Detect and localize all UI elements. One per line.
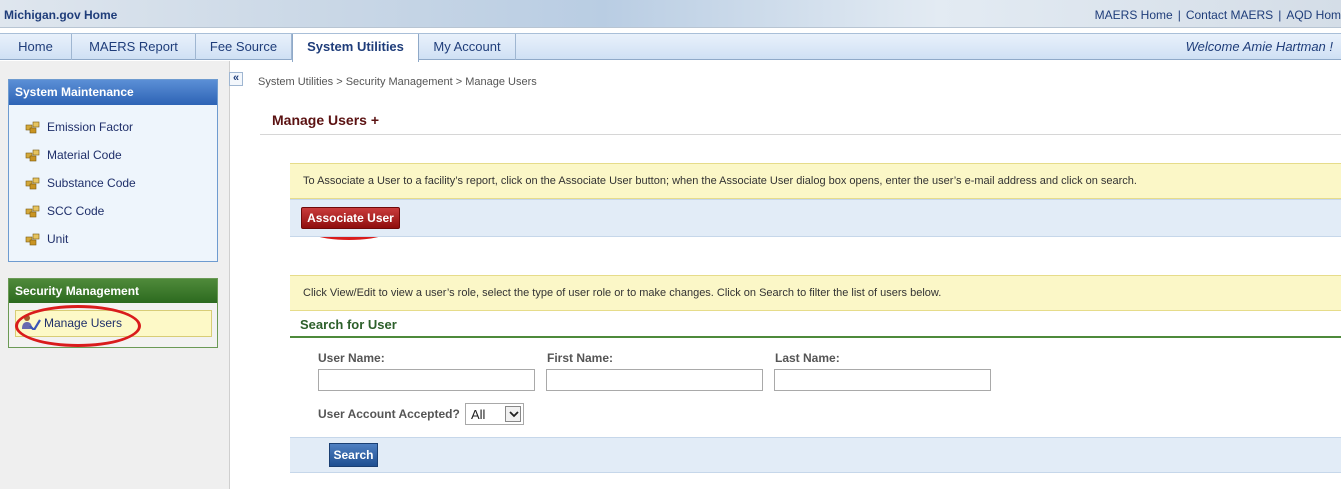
user-name-label: User Name: [318,351,385,365]
main-nav: Home MAERS Report Fee Source System Util… [0,33,1341,62]
user-account-accepted-label: User Account Accepted? [318,407,460,421]
sidebar-item-label: SCC Code [47,204,105,218]
top-links: MAERS Home | Contact MAERS | AQD Hom [1095,8,1341,22]
page-title[interactable]: Manage Users + [272,112,379,128]
sidebar-item-label: Substance Code [47,176,136,190]
sidebar-item-label: Emission Factor [47,120,134,134]
search-button[interactable]: Search [329,443,378,467]
breadcrumb: System Utilities > Security Management >… [258,76,537,88]
separator: | [1278,8,1282,22]
associate-button-bar [290,199,1341,237]
tab-fee-source[interactable]: Fee Source [196,34,292,60]
separator: | [1177,8,1181,22]
tab-my-account[interactable]: My Account [419,34,516,60]
last-name-label: Last Name: [775,351,840,365]
system-maintenance-panel: System Maintenance Emission Factor Mater… [8,79,218,262]
security-management-header: Security Management [9,279,217,303]
associate-user-button[interactable]: Associate User [301,207,400,229]
tab-system-utilities[interactable]: System Utilities [292,34,419,62]
blocks-icon [25,232,41,246]
search-for-user-header: Search for User [300,317,397,332]
aqd-home-link[interactable]: AQD Hom [1286,8,1341,22]
top-bar: Michigan.gov Home MAERS Home | Contact MAE… [0,0,1341,28]
michigan-gov-home-link[interactable]: Michigan.gov Home [4,8,117,22]
tab-maers-report[interactable]: MAERS Report [72,34,196,60]
divider [290,336,1341,338]
contact-maers-link[interactable]: Contact MAERS [1186,8,1273,22]
system-maintenance-header: System Maintenance [9,80,217,105]
sidebar-item-label: Material Code [47,148,122,162]
sidebar-item-scc-code[interactable]: SCC Code [25,204,104,218]
maers-home-link[interactable]: MAERS Home [1095,8,1173,22]
left-sidebar: System Maintenance Emission Factor Mater… [0,61,230,489]
blocks-icon [25,120,41,134]
blocks-icon [25,204,41,218]
sidebar-item-emission-factor[interactable]: Emission Factor [25,120,133,134]
associate-info-bar: To Associate a User to a facility’s repo… [290,163,1341,199]
first-name-input[interactable] [546,369,763,391]
chevron-down-icon [505,406,521,422]
user-name-input[interactable] [318,369,535,391]
sidebar-item-substance-code[interactable]: Substance Code [25,176,136,190]
security-management-panel: Security Management Manage Users [8,278,218,348]
welcome-text: Welcome Amie Hartman ! [1185,39,1333,54]
collapse-sidebar-icon[interactable]: « [229,72,243,86]
view-info-bar: Click View/Edit to view a user’s role, s… [290,275,1341,311]
search-button-bar [290,437,1341,473]
sidebar-item-material-code[interactable]: Material Code [25,148,122,162]
sidebar-item-unit[interactable]: Unit [25,232,68,246]
blocks-icon [25,176,41,190]
blocks-icon [25,148,41,162]
tab-home[interactable]: Home [0,34,72,60]
sidebar-item-manage-users[interactable]: Manage Users [15,310,212,337]
last-name-input[interactable] [774,369,991,391]
divider [260,134,1341,135]
selected-value: All [471,407,486,422]
first-name-label: First Name: [547,351,614,365]
sidebar-item-label: Unit [47,232,69,246]
users-icon [21,314,41,332]
user-account-accepted-select[interactable]: All [465,403,524,425]
sidebar-item-label: Manage Users [44,316,123,330]
